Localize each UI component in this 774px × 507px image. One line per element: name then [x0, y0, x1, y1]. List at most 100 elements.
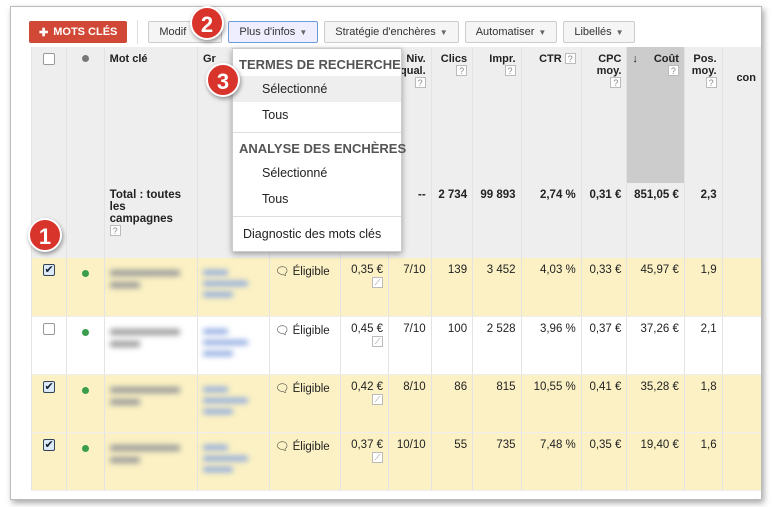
status-text: Éligible [292, 324, 330, 337]
enabled-dot-icon[interactable] [81, 270, 89, 277]
help-icon[interactable]: ? [667, 65, 679, 76]
automate-button[interactable]: Automatiser ▼ [464, 21, 558, 43]
cpc-value: 0,37 € [580, 316, 627, 375]
menu-divider [233, 216, 401, 217]
ad-group-cell[interactable] [196, 432, 270, 491]
bid-value: 0,45 € [351, 322, 384, 335]
empty-cell [721, 183, 761, 258]
select-all-checkbox[interactable] [43, 53, 56, 65]
cost-label: Coût [653, 53, 679, 65]
caret-down-icon: ▼ [299, 27, 308, 37]
ctr-value: 10,55 % [520, 374, 582, 433]
row-checkbox[interactable]: ✔ [43, 264, 56, 276]
menu-item-auction-all[interactable]: Tous [233, 186, 401, 212]
help-icon[interactable]: ? [414, 77, 426, 88]
menu-divider [233, 132, 401, 133]
toolbar: ✚ MOTS CLÉS Modif Plus d'infos ▼ Stratégie… [29, 19, 635, 45]
keyword-cell[interactable] [103, 316, 198, 375]
pos-value: 1,8 [683, 374, 723, 433]
status-cell [66, 432, 105, 491]
bid-cell[interactable]: 0,45 € ⟋ [340, 316, 389, 375]
status-text: Éligible [292, 382, 330, 395]
bid-cell[interactable]: 0,42 € ⟋ [340, 374, 389, 433]
modify-label: Modif [159, 26, 187, 38]
keyword-header[interactable]: Mot clé [103, 47, 198, 183]
chart-icon[interactable]: ⟋ [372, 335, 384, 347]
enabled-dot-icon[interactable] [81, 328, 89, 336]
menu-item-search-terms-all[interactable]: Tous [233, 102, 401, 128]
bid-cell[interactable]: 0,35 € ⟋ [340, 258, 389, 317]
row-checkbox[interactable] [43, 322, 56, 335]
bid-value: 0,35 € [351, 264, 384, 276]
keyword-cell[interactable] [103, 374, 198, 433]
enabled-dot-icon[interactable] [81, 386, 89, 394]
more-info-button[interactable]: Plus d'infos ▼ [228, 21, 319, 43]
ctr-value: 3,96 % [520, 316, 582, 375]
table-row: ✔ 🗨 Éligible 0,37 € ⟋ 10/10 55 735 7,48 %… [30, 432, 761, 491]
conv-header[interactable]: con [721, 47, 761, 183]
labels-label: Libellés [574, 26, 612, 38]
qual-value: 10/10 [388, 432, 432, 491]
impr-value: 815 [472, 374, 522, 433]
qual-label: Niv. qual. [400, 53, 426, 77]
chart-icon[interactable]: ⟋ [372, 393, 384, 405]
search-terms-header: TERMES DE RECHERCHE [239, 57, 401, 72]
total-label: Total : toutes les campagnes [109, 189, 181, 225]
table-row: ✔ 🗨 Éligible 0,42 € ⟋ 8/10 86 815 10,55 %… [30, 374, 761, 433]
cost-value: 19,40 € [626, 432, 685, 491]
impr-label: Impr. [489, 53, 516, 65]
bid-cell[interactable]: 0,37 € ⟋ [340, 432, 389, 491]
empty-cell [721, 432, 761, 491]
menu-item-search-terms-selected[interactable]: Sélectionné [233, 76, 401, 102]
ad-group-cell[interactable] [196, 374, 270, 433]
total-impr: 99 893 [472, 183, 522, 258]
keyword-cell[interactable] [103, 258, 198, 317]
help-icon[interactable]: ? [705, 77, 717, 88]
cpc-label: CPC moy. [596, 53, 622, 77]
pos-header[interactable]: Pos. moy.? [683, 47, 723, 183]
divider [137, 20, 139, 44]
clicks-value: 139 [430, 258, 473, 317]
speech-bubble-icon[interactable]: 🗨 [275, 266, 290, 278]
keyword-cell[interactable] [103, 432, 198, 491]
enabled-dot-icon[interactable] [81, 444, 89, 452]
add-keywords-button[interactable]: ✚ MOTS CLÉS [29, 21, 128, 43]
clicks-value: 55 [430, 432, 473, 491]
row-checkbox[interactable]: ✔ [43, 438, 56, 451]
row-checkbox[interactable]: ✔ [43, 380, 56, 393]
speech-bubble-icon[interactable]: 🗨 [275, 383, 290, 395]
clicks-header[interactable]: Clics? [430, 47, 473, 183]
cpc-header[interactable]: CPC moy.? [580, 47, 627, 183]
row-checkbox-cell [30, 316, 67, 375]
ctr-label: CTR [539, 53, 562, 65]
help-icon[interactable]: ? [564, 53, 576, 64]
chart-icon[interactable]: ⟋ [372, 451, 384, 463]
cost-value: 37,26 € [626, 316, 685, 375]
status-cell [66, 258, 105, 317]
total-clicks: 2 734 [430, 183, 473, 258]
ctr-value: 7,48 % [520, 432, 582, 491]
total-label-cell: Total : toutes les campagnes? [103, 183, 198, 258]
help-icon[interactable]: ? [610, 77, 622, 88]
speech-bubble-icon[interactable]: 🗨 [275, 441, 290, 453]
menu-item-auction-selected[interactable]: Sélectionné [233, 160, 401, 186]
cost-header[interactable]: ↓ Coût? [626, 47, 685, 183]
help-icon[interactable]: ? [456, 65, 468, 76]
auction-insights-header: ANALYSE DES ENCHÈRES [239, 141, 407, 156]
status-text-cell: 🗨 Éligible [268, 316, 341, 375]
ad-group-cell[interactable] [196, 258, 270, 317]
help-icon[interactable]: ? [109, 225, 121, 236]
ctr-header[interactable]: CTR ? [520, 47, 582, 183]
bid-strategy-button[interactable]: Stratégie d'enchères ▼ [324, 21, 459, 43]
labels-button[interactable]: Libellés ▼ [563, 21, 635, 43]
chart-icon[interactable]: ⟋ [372, 277, 384, 288]
cpc-value: 0,33 € [580, 258, 627, 317]
empty-cell [721, 316, 761, 375]
impr-header[interactable]: Impr.? [472, 47, 522, 183]
table-row: 🗨 Éligible 0,45 € ⟋ 7/10 100 2 528 3,96 %… [30, 316, 761, 375]
menu-item-keyword-diagnostics[interactable]: Diagnostic des mots clés [233, 221, 401, 247]
speech-bubble-icon[interactable]: 🗨 [275, 325, 290, 337]
help-icon[interactable]: ? [504, 65, 516, 76]
more-info-label: Plus d'infos [239, 26, 296, 38]
ad-group-cell[interactable] [196, 316, 270, 375]
